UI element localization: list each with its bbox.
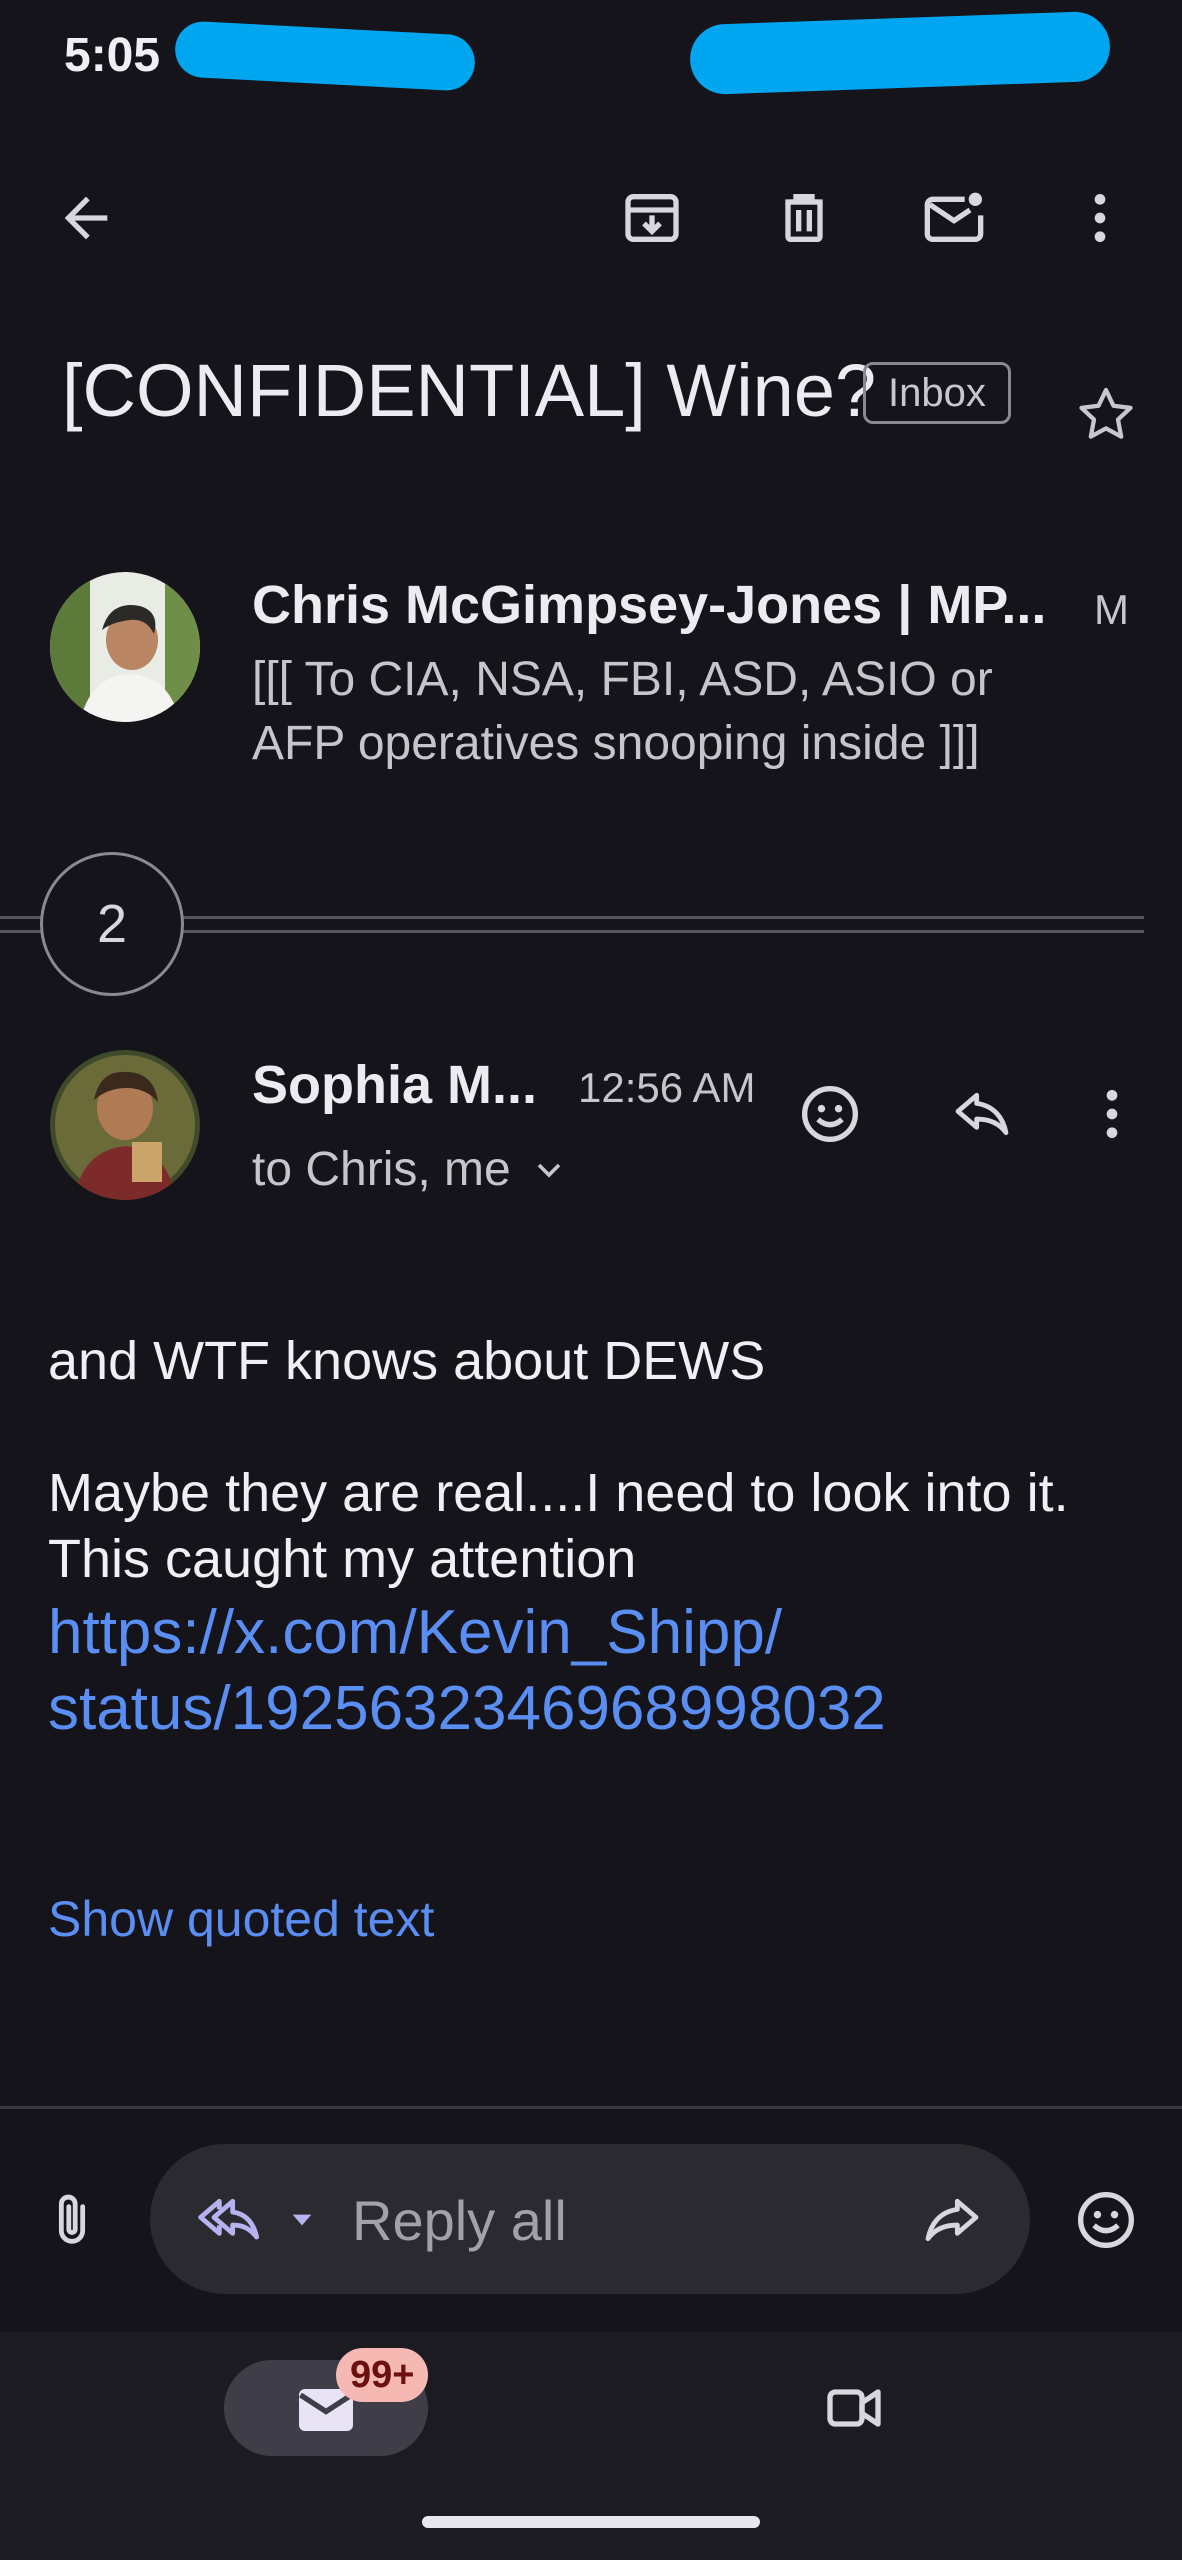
sender-name[interactable]: Sophia M... xyxy=(252,1054,537,1116)
collapsed-messages-count[interactable]: 2 xyxy=(40,852,184,996)
inbox-label-chip[interactable]: Inbox xyxy=(863,362,1011,424)
star-button[interactable] xyxy=(1058,366,1154,462)
message-more-button[interactable] xyxy=(1064,1066,1160,1162)
more-vert-icon xyxy=(1106,1090,1118,1138)
more-options-button[interactable] xyxy=(1052,170,1148,266)
message-body-line: This caught my attention xyxy=(48,1529,637,1589)
forward-icon xyxy=(925,2198,979,2242)
attach-icon xyxy=(58,2194,86,2244)
recipients-toggle[interactable]: to Chris, me xyxy=(252,1142,569,1197)
avatar xyxy=(50,572,200,722)
back-arrow-icon xyxy=(64,196,108,240)
attach-button[interactable] xyxy=(24,2172,120,2268)
message-body-line: and WTF knows about DEWS xyxy=(48,1331,766,1391)
avatar xyxy=(50,1050,200,1200)
link-line: https://x.com/Kevin_Shipp/ xyxy=(48,1598,783,1667)
add-reaction-button[interactable] xyxy=(782,1066,878,1162)
home-indicator[interactable] xyxy=(422,2516,760,2528)
nav-meet-tab[interactable] xyxy=(806,2360,902,2456)
mark-unread-button[interactable] xyxy=(906,170,1002,266)
message-header-first[interactable]: Chris McGimpsey-Jones | MP... M [[[ To C… xyxy=(0,560,1182,790)
sender-name: Chris McGimpsey-Jones | MP... xyxy=(252,575,1047,635)
status-time: 5:05 xyxy=(64,29,161,82)
reply-all-placeholder[interactable]: Reply all xyxy=(352,2188,567,2253)
email-subject: [CONFIDENTIAL] Wine? xyxy=(62,349,877,432)
unread-count-badge: 99+ xyxy=(336,2348,429,2402)
star-icon xyxy=(1079,387,1133,439)
video-icon xyxy=(827,2389,881,2427)
recipients-text: to Chris, me xyxy=(252,1143,511,1196)
reaction-button[interactable] xyxy=(1058,2172,1154,2268)
emoji-icon xyxy=(802,1086,858,1142)
reply-area-divider xyxy=(0,2106,1182,2109)
reply-button[interactable] xyxy=(934,1066,1030,1162)
reply-all-mode-button[interactable] xyxy=(182,2172,278,2268)
redaction-mark-right xyxy=(688,10,1112,96)
trash-icon xyxy=(785,194,823,242)
show-quoted-text-link[interactable]: Show quoted text xyxy=(48,1890,434,1948)
link-line: status/1925632346968998032 xyxy=(48,1674,886,1743)
reply-mode-dropdown[interactable] xyxy=(282,2204,322,2236)
message-time: 12:56 AM xyxy=(578,1064,756,1111)
message-body-line: Maybe they are real....I need to look in… xyxy=(48,1463,1069,1523)
reply-icon xyxy=(955,1092,1009,1136)
emoji-icon xyxy=(1078,2192,1134,2248)
archive-button[interactable] xyxy=(604,170,700,266)
mark-unread-icon xyxy=(924,192,984,242)
delete-button[interactable] xyxy=(756,170,852,266)
redaction-mark-left xyxy=(173,20,477,92)
snippet-line: [[[ To CIA, NSA, FBI, ASD, ASIO or xyxy=(252,653,993,706)
more-vert-icon xyxy=(1094,194,1106,242)
dropdown-icon xyxy=(292,2214,312,2226)
archive-icon xyxy=(625,194,679,242)
message-snippet: [[[ To CIA, NSA, FBI, ASD, ASIO or AFP o… xyxy=(252,648,1112,776)
chevron-down-icon xyxy=(537,1163,561,1178)
forward-button[interactable] xyxy=(904,2172,1000,2268)
recipient-initial: M xyxy=(1094,586,1129,633)
back-button[interactable] xyxy=(38,170,134,266)
reply-all-icon xyxy=(198,2198,260,2240)
snippet-line: AFP operatives snooping inside ]]] xyxy=(252,717,980,770)
